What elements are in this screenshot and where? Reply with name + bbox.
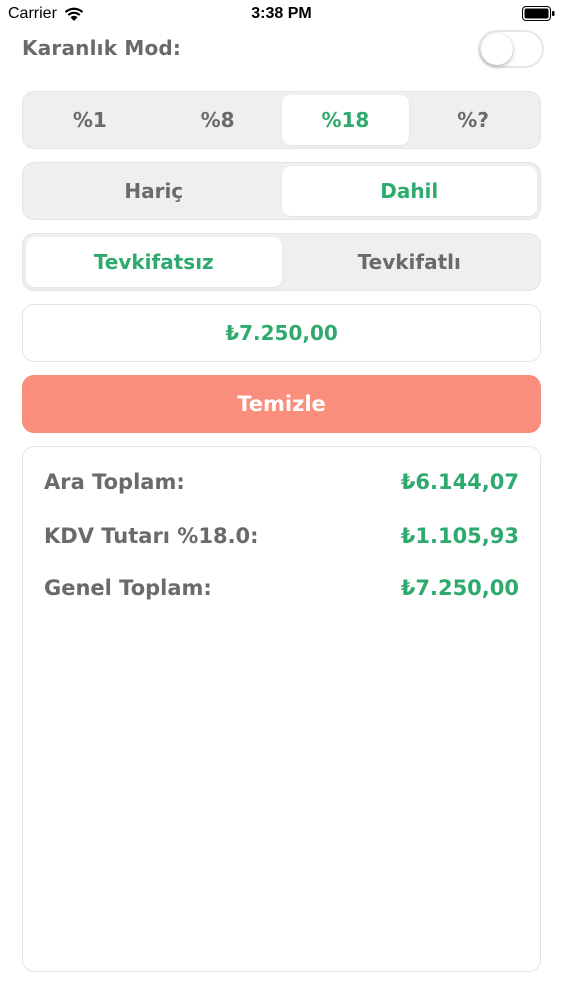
subtotal-label: Ara Toplam: [44, 470, 185, 494]
rate-option-18[interactable]: %18 [281, 95, 410, 145]
total-label: Genel Toplam: [44, 576, 212, 600]
total-row: Genel Toplam: ₺7.250,00 [44, 573, 519, 603]
subtotal-row: Ara Toplam: ₺6.144,07 [44, 467, 519, 497]
option-withholding[interactable]: Tevkifatlı [282, 237, 538, 287]
kdv-amount-row: KDV Tutarı %18.0: ₺1.105,93 [44, 521, 519, 551]
vat-rate-selector: %1 %8 %18 %? [22, 91, 541, 149]
clear-button[interactable]: Temizle [22, 375, 541, 433]
rate-option-custom[interactable]: %? [409, 95, 537, 145]
rate-option-1[interactable]: %1 [26, 95, 154, 145]
toggle-knob [481, 33, 513, 65]
battery-icon [522, 6, 555, 21]
status-bar: Carrier 3:38 PM [0, 0, 563, 30]
results-card: Ara Toplam: ₺6.144,07 KDV Tutarı %18.0: … [22, 446, 541, 972]
subtotal-value: ₺6.144,07 [400, 470, 519, 494]
withholding-selector: Tevkifatsız Tevkifatlı [22, 233, 541, 291]
option-included[interactable]: Dahil [281, 166, 537, 216]
kdv-amount-value: ₺1.105,93 [400, 524, 519, 548]
rate-option-8[interactable]: %8 [154, 95, 282, 145]
dark-mode-row: Karanlık Mod: [22, 30, 544, 70]
vat-inclusion-selector: Hariç Dahil [22, 162, 541, 220]
amount-input[interactable]: ₺7.250,00 [22, 304, 541, 362]
dark-mode-toggle[interactable] [478, 30, 544, 68]
option-excluded[interactable]: Hariç [26, 166, 282, 216]
status-time: 3:38 PM [251, 5, 312, 22]
kdv-amount-label: KDV Tutarı %18.0: [44, 524, 259, 548]
dark-mode-label: Karanlık Mod: [22, 36, 182, 60]
option-no-withholding[interactable]: Tevkifatsız [26, 237, 282, 287]
total-value: ₺7.250,00 [400, 576, 519, 600]
